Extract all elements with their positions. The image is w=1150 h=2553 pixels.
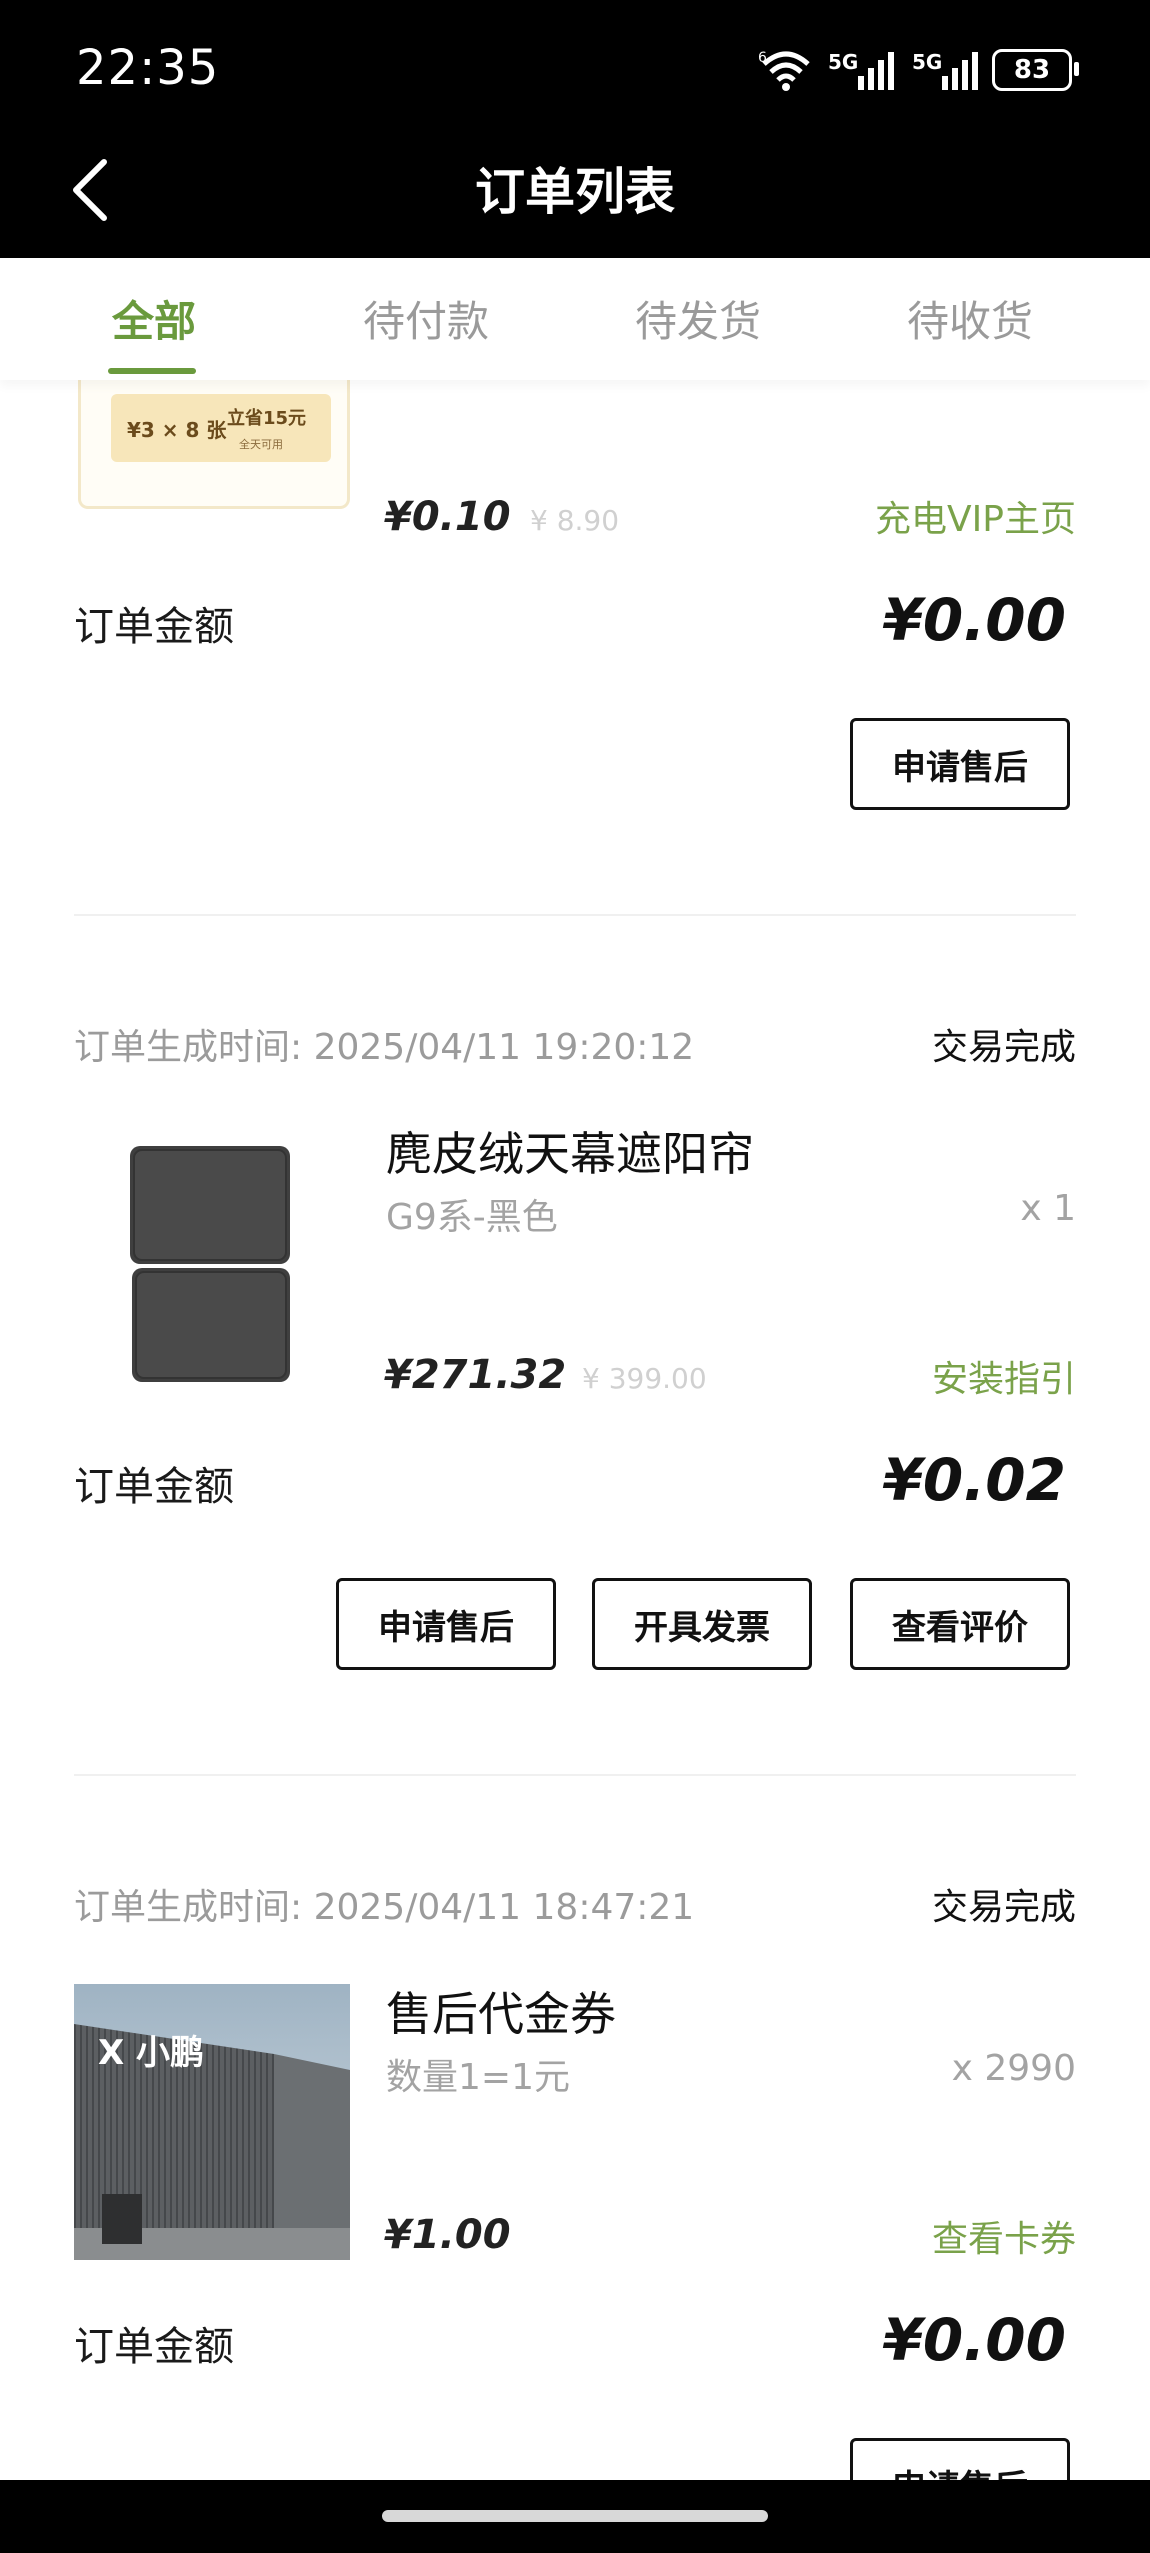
- tab-pending-receipt[interactable]: 待收货: [870, 288, 1070, 349]
- vip-home-link[interactable]: 充电VIP主页: [776, 490, 1076, 542]
- order-tabs: 全部 待付款 待发货 待收货: [0, 258, 1150, 380]
- order-amount: ¥0.00: [882, 2306, 1066, 2374]
- tab-pending-shipment[interactable]: 待发货: [598, 288, 798, 349]
- tab-pending-payment[interactable]: 待付款: [326, 288, 526, 349]
- home-indicator[interactable]: [382, 2510, 768, 2522]
- svg-text:6: 6: [758, 50, 767, 66]
- order-time: 订单生成时间: 2025/04/11 19:20:12: [74, 1027, 695, 1068]
- order-divider: [74, 914, 1076, 916]
- svg-text:X 小鹏: X 小鹏: [98, 2033, 204, 2073]
- product-price: ¥0.10: [384, 494, 511, 540]
- product-price: ¥271.32: [384, 1352, 567, 1398]
- page-title: 订单列表: [475, 163, 675, 221]
- order-amount-label: 订单金额: [74, 1464, 234, 1510]
- original-price: ¥ 8.90: [530, 504, 620, 537]
- view-card-coupon-link[interactable]: 查看卡券: [776, 2210, 1076, 2262]
- product-name: 售后代金券: [386, 1987, 616, 2041]
- order-status: 交易完成: [931, 1027, 1076, 1068]
- product-price: ¥1.00: [384, 2212, 511, 2258]
- order-amount-label: 订单金额: [74, 604, 234, 650]
- coupon-image: ¥3 × 8 张 立省15元 全天可用: [111, 394, 331, 462]
- order-amount-label: 订单金额: [74, 2324, 234, 2370]
- original-price: ¥ 399.00: [582, 1362, 707, 1395]
- signal-icon-sim1: 5G: [828, 50, 894, 90]
- after-sales-button[interactable]: 申请售后: [850, 2438, 1070, 2480]
- product-image[interactable]: [74, 1140, 350, 1416]
- product-spec: 数量1=1元: [386, 2057, 570, 2098]
- product-quantity: x 1: [1020, 1188, 1076, 1229]
- order-divider: [74, 1774, 1076, 1776]
- view-review-button[interactable]: 查看评价: [850, 1578, 1070, 1670]
- product-quantity: x 2990: [951, 2048, 1076, 2089]
- battery-icon: 83: [992, 49, 1079, 91]
- product-image[interactable]: X 小鹏: [74, 1984, 350, 2260]
- order-list[interactable]: ¥3 × 8 张 立省15元 全天可用 ¥0.10 ¥ 8.90 充电VIP主页…: [0, 380, 1150, 2480]
- install-guide-link[interactable]: 安装指引: [776, 1350, 1076, 1402]
- app-header: 22:35 6 5G 5G 83 订单列表: [0, 0, 1150, 258]
- product-thumbnail[interactable]: ¥3 × 8 张 立省15元 全天可用: [78, 380, 350, 509]
- wifi-icon: 6: [758, 50, 810, 91]
- active-tab-indicator: [108, 368, 196, 374]
- order-time: 订单生成时间: 2025/04/11 18:47:21: [74, 1887, 695, 1928]
- after-sales-button[interactable]: 申请售后: [336, 1578, 556, 1670]
- tab-all[interactable]: 全部: [54, 288, 254, 349]
- status-icons: 6 5G 5G 83: [758, 44, 1079, 96]
- product-name: 麂皮绒天幕遮阳帘: [386, 1127, 754, 1181]
- signal-icon-sim2: 5G: [912, 50, 978, 90]
- status-time: 22:35: [76, 40, 220, 96]
- system-nav-bar: [0, 2480, 1150, 2553]
- after-sales-button[interactable]: 申请售后: [850, 718, 1070, 810]
- product-spec: G9系-黑色: [386, 1197, 558, 1238]
- order-amount: ¥0.00: [882, 586, 1066, 654]
- order-status: 交易完成: [931, 1887, 1076, 1928]
- issue-invoice-button[interactable]: 开具发票: [592, 1578, 812, 1670]
- order-amount: ¥0.02: [882, 1446, 1066, 1514]
